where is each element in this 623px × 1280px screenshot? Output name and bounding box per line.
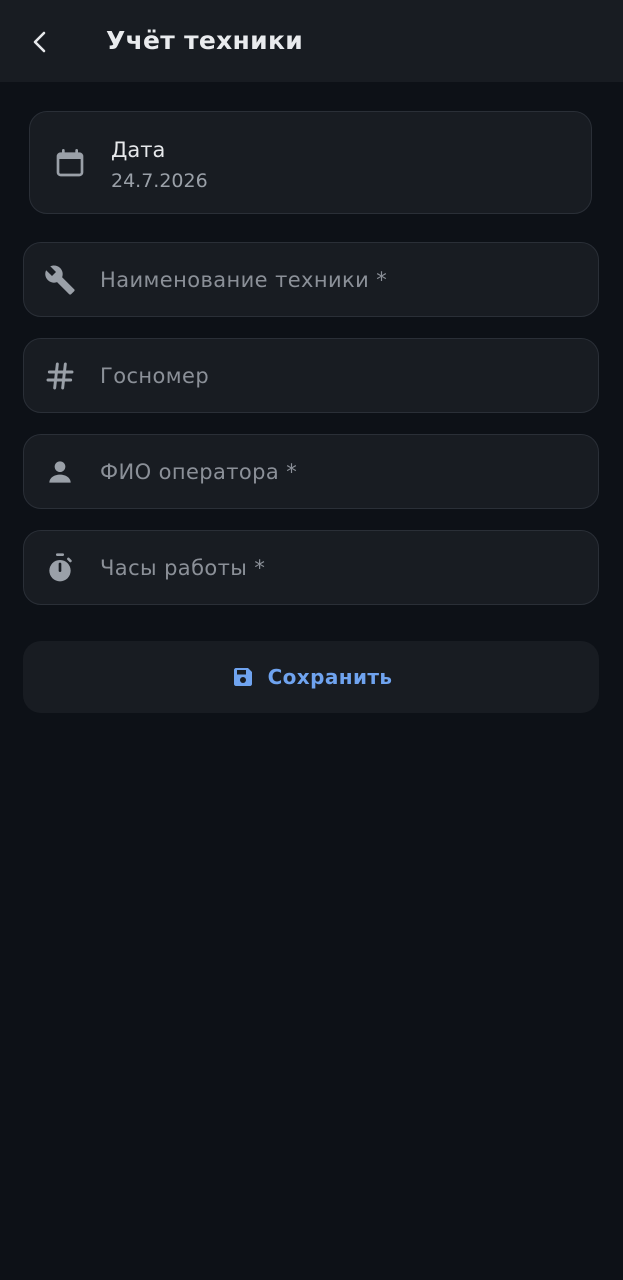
operator-name-field[interactable] xyxy=(23,434,599,509)
app-screen: Учёт техники Дата 24.7.2026 Наименование… xyxy=(0,0,623,1280)
save-icon xyxy=(230,664,256,690)
app-bar: Учёт техники xyxy=(0,0,623,82)
save-button-label: Сохранить xyxy=(267,665,393,689)
wrench-icon xyxy=(45,265,75,295)
person-icon xyxy=(49,461,71,483)
equipment-name-field[interactable] xyxy=(23,242,599,317)
back-button[interactable] xyxy=(18,20,62,64)
equipment-name-input[interactable] xyxy=(100,243,580,316)
license-plate-field[interactable] xyxy=(23,338,599,413)
calendar-icon xyxy=(56,149,84,177)
date-value: 24.7.2026 xyxy=(111,170,208,192)
work-hours-field[interactable] xyxy=(23,530,599,605)
hash-icon xyxy=(46,362,74,390)
stopwatch-icon xyxy=(49,553,72,582)
work-hours-input[interactable] xyxy=(100,531,580,604)
page-title: Учёт техники xyxy=(106,26,304,55)
license-plate-input[interactable] xyxy=(100,339,580,412)
operator-name-input[interactable] xyxy=(100,435,580,508)
save-button[interactable]: Сохранить xyxy=(23,641,599,713)
chevron-left-icon xyxy=(33,31,46,53)
date-label: Дата xyxy=(111,138,166,162)
date-picker-card[interactable]: Дата 24.7.2026 xyxy=(29,111,592,214)
